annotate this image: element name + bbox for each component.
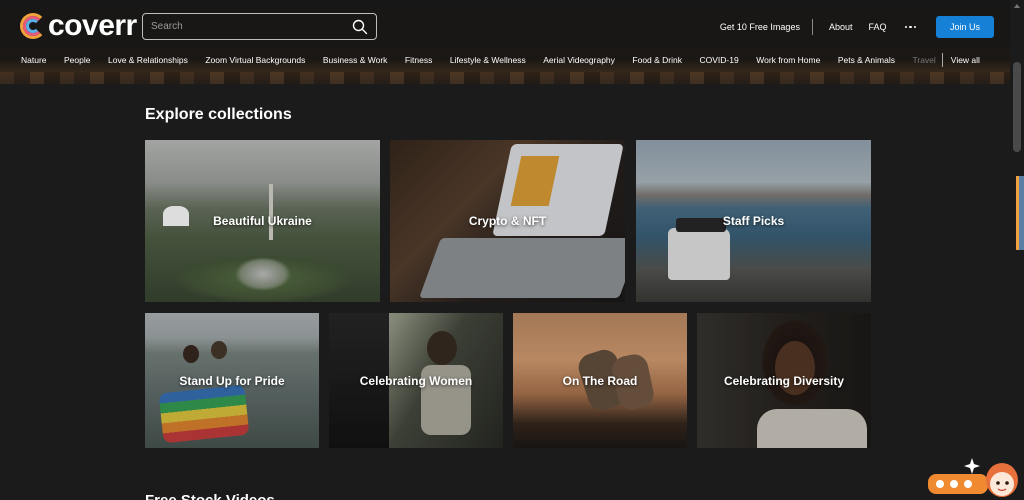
category-travel[interactable]: Travel xyxy=(912,55,935,65)
collection-label: Celebrating Diversity xyxy=(723,373,845,388)
search-icon[interactable] xyxy=(352,19,368,35)
collection-label: Staff Picks xyxy=(722,214,785,228)
collection-card-beautiful-ukraine[interactable]: Beautiful Ukraine xyxy=(145,140,380,302)
collection-card-stand-up-for-pride[interactable]: Stand Up for Pride xyxy=(145,313,319,448)
collection-label: Celebrating Women xyxy=(359,373,473,388)
category-people[interactable]: People xyxy=(64,55,90,65)
collection-label: On The Road xyxy=(562,373,638,388)
top-divider xyxy=(811,19,813,35)
category-divider xyxy=(941,53,943,67)
category-bar: Nature People Love & Relationships Zoom … xyxy=(21,53,1004,67)
faq-link[interactable]: FAQ xyxy=(868,22,886,32)
about-link[interactable]: About xyxy=(829,22,853,32)
search-input[interactable] xyxy=(151,21,352,32)
top-navigation: coverr Get 10 Free Images About FAQ Join… xyxy=(0,0,1024,52)
view-all-link[interactable]: View all xyxy=(951,55,980,65)
free-stock-videos-heading: Free Stock Videos xyxy=(145,492,275,500)
collection-card-celebrating-diversity[interactable]: Celebrating Diversity xyxy=(697,313,871,448)
scrollbar-thumb[interactable] xyxy=(1013,62,1021,152)
category-nature[interactable]: Nature xyxy=(21,55,47,65)
category-work-from-home[interactable]: Work from Home xyxy=(756,55,820,65)
side-widget-tab[interactable] xyxy=(1016,176,1024,250)
monument-shape xyxy=(269,184,273,240)
collections-heading: Explore collections xyxy=(145,106,292,123)
coverr-logo[interactable]: coverr xyxy=(20,11,137,41)
collection-label: Crypto & NFT xyxy=(468,214,547,228)
collection-label: Beautiful Ukraine xyxy=(213,214,312,228)
category-covid-19[interactable]: COVID-19 xyxy=(700,55,739,65)
collection-card-celebrating-women[interactable]: Celebrating Women xyxy=(329,313,503,448)
category-lifestyle-wellness[interactable]: Lifestyle & Wellness xyxy=(450,55,526,65)
category-zoom-backgrounds[interactable]: Zoom Virtual Backgrounds xyxy=(205,55,305,65)
category-pets-animals[interactable]: Pets & Animals xyxy=(838,55,895,65)
more-options-icon[interactable] xyxy=(904,25,916,29)
logo-mark-icon xyxy=(20,13,46,39)
category-fitness[interactable]: Fitness xyxy=(405,55,432,65)
category-aerial-videography[interactable]: Aerial Videography xyxy=(543,55,615,65)
category-business-work[interactable]: Business & Work xyxy=(323,55,388,65)
get-free-images-link[interactable]: Get 10 Free Images xyxy=(720,22,800,32)
mascot-widget-icon[interactable] xyxy=(926,444,1024,500)
join-us-button[interactable]: Join Us xyxy=(936,16,994,38)
search-box[interactable] xyxy=(142,13,377,40)
collection-card-staff-picks[interactable]: Staff Picks xyxy=(636,140,871,302)
collection-card-crypto-nft[interactable]: Crypto & NFT xyxy=(390,140,625,302)
collection-label: Stand Up for Pride xyxy=(179,373,285,388)
logo-text: coverr xyxy=(48,9,137,42)
page-scrollbar[interactable] xyxy=(1010,0,1024,500)
collection-card-on-the-road[interactable]: On The Road xyxy=(513,313,687,448)
top-links: Get 10 Free Images About FAQ Join Us xyxy=(704,16,994,38)
scroll-up-arrow-icon[interactable] xyxy=(1014,4,1020,8)
category-love-relationships[interactable]: Love & Relationships xyxy=(108,55,188,65)
category-food-drink[interactable]: Food & Drink xyxy=(632,55,682,65)
